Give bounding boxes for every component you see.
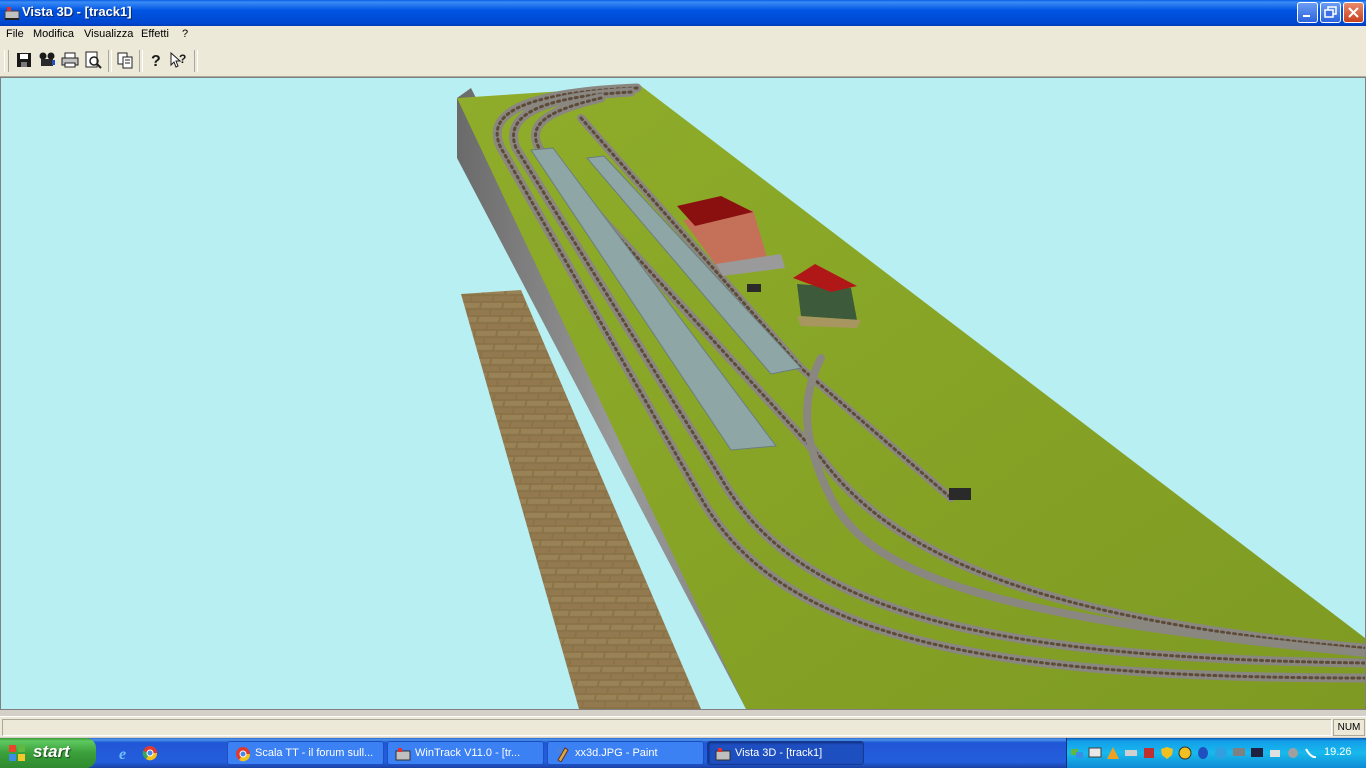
taskbar-item-label: xx3d.JPG - Paint [575, 747, 658, 759]
taskbar-item-chrome[interactable]: Scala TT - il forum sull... [227, 741, 384, 765]
chrome-icon[interactable] [142, 745, 158, 761]
chrome-icon [236, 747, 251, 762]
taskbar: start e Scala TT - il forum sull... WinT… [0, 738, 1366, 768]
3d-viewport[interactable] [0, 77, 1366, 710]
taskbar-item-label: WinTrack V11.0 - [tr... [415, 747, 521, 759]
close-icon [1348, 7, 1359, 18]
menu-file[interactable]: File [6, 28, 24, 40]
minimize-button[interactable] [1297, 2, 1318, 23]
toolbar-separator [108, 50, 112, 72]
num-lock-indicator: NUM [1333, 719, 1365, 736]
connection-icon[interactable] [1124, 746, 1138, 760]
taskbar-item-paint[interactable]: xx3d.JPG - Paint [547, 741, 704, 765]
save-icon[interactable] [15, 51, 33, 69]
taskbar-item-label: Scala TT - il forum sull... [255, 747, 374, 759]
toolbar-separator [139, 50, 143, 72]
menu-help[interactable]: ? [182, 28, 188, 40]
svg-text:e: e [119, 746, 126, 761]
railway-layout-3d-scene[interactable] [1, 78, 1365, 709]
close-button[interactable] [1343, 2, 1364, 23]
start-label: start [33, 742, 70, 761]
wintrack-icon [395, 748, 411, 761]
camera-icon[interactable] [38, 51, 56, 69]
restore-button[interactable] [1320, 2, 1341, 23]
security-icon[interactable] [1142, 746, 1156, 760]
menu-effetti[interactable]: Effetti [141, 28, 169, 40]
minimize-icon [1303, 15, 1310, 17]
vista3d-icon [715, 748, 731, 761]
svg-text:?: ? [151, 53, 161, 69]
vista3d-app-icon[interactable] [4, 5, 20, 21]
copy-icon[interactable] [116, 51, 134, 69]
status-bar: NUM [0, 716, 1366, 737]
help-icon[interactable]: ? [146, 51, 164, 69]
toolbar-separator [194, 50, 198, 72]
network-icon[interactable] [1070, 746, 1084, 760]
taskbar-clock[interactable]: 19.26 [1324, 746, 1352, 758]
taskbar-item-vista3d[interactable]: Vista 3D - [track1] [707, 741, 864, 765]
toolbar: ? ? [0, 45, 1366, 77]
status-message-pane [2, 719, 1332, 736]
windows-flag-icon [9, 745, 25, 761]
print-icon[interactable] [61, 51, 79, 69]
computer-icon[interactable] [1250, 746, 1264, 760]
start-button[interactable]: start [0, 738, 96, 768]
internet-explorer-icon[interactable]: e [118, 745, 134, 761]
toolbar-grip[interactable] [4, 50, 9, 72]
restore-icon [1324, 6, 1337, 18]
system-tray [1066, 738, 1366, 768]
menu-visualizza[interactable]: Visualizza [84, 28, 133, 40]
paint-icon [557, 747, 569, 762]
antivirus-icon[interactable] [1178, 746, 1192, 760]
svg-text:?: ? [179, 52, 186, 66]
context-help-icon[interactable]: ? [169, 51, 187, 69]
phone-icon[interactable] [1304, 746, 1318, 760]
monitor-icon[interactable] [1232, 746, 1246, 760]
safely-remove-icon[interactable] [1268, 746, 1282, 760]
menu-modifica[interactable]: Modifica [33, 28, 74, 40]
buffer-stop [949, 488, 971, 500]
title-bar: Vista 3D - [track1] [0, 0, 1366, 26]
display-icon[interactable] [1088, 746, 1102, 760]
buffer-stop [747, 284, 761, 292]
speaker-icon[interactable] [1286, 746, 1300, 760]
search-icon[interactable] [1214, 746, 1228, 760]
shield-icon[interactable] [1160, 746, 1174, 760]
taskbar-item-wintrack[interactable]: WinTrack V11.0 - [tr... [387, 741, 544, 765]
bluetooth-icon[interactable] [1196, 746, 1210, 760]
taskbar-item-label: Vista 3D - [track1] [735, 747, 823, 759]
warning-icon[interactable] [1106, 746, 1120, 760]
window-title: Vista 3D - [track1] [22, 4, 132, 19]
print-preview-icon[interactable] [84, 51, 102, 69]
menu-bar: File Modifica Visualizza Effetti ? [0, 26, 1366, 45]
